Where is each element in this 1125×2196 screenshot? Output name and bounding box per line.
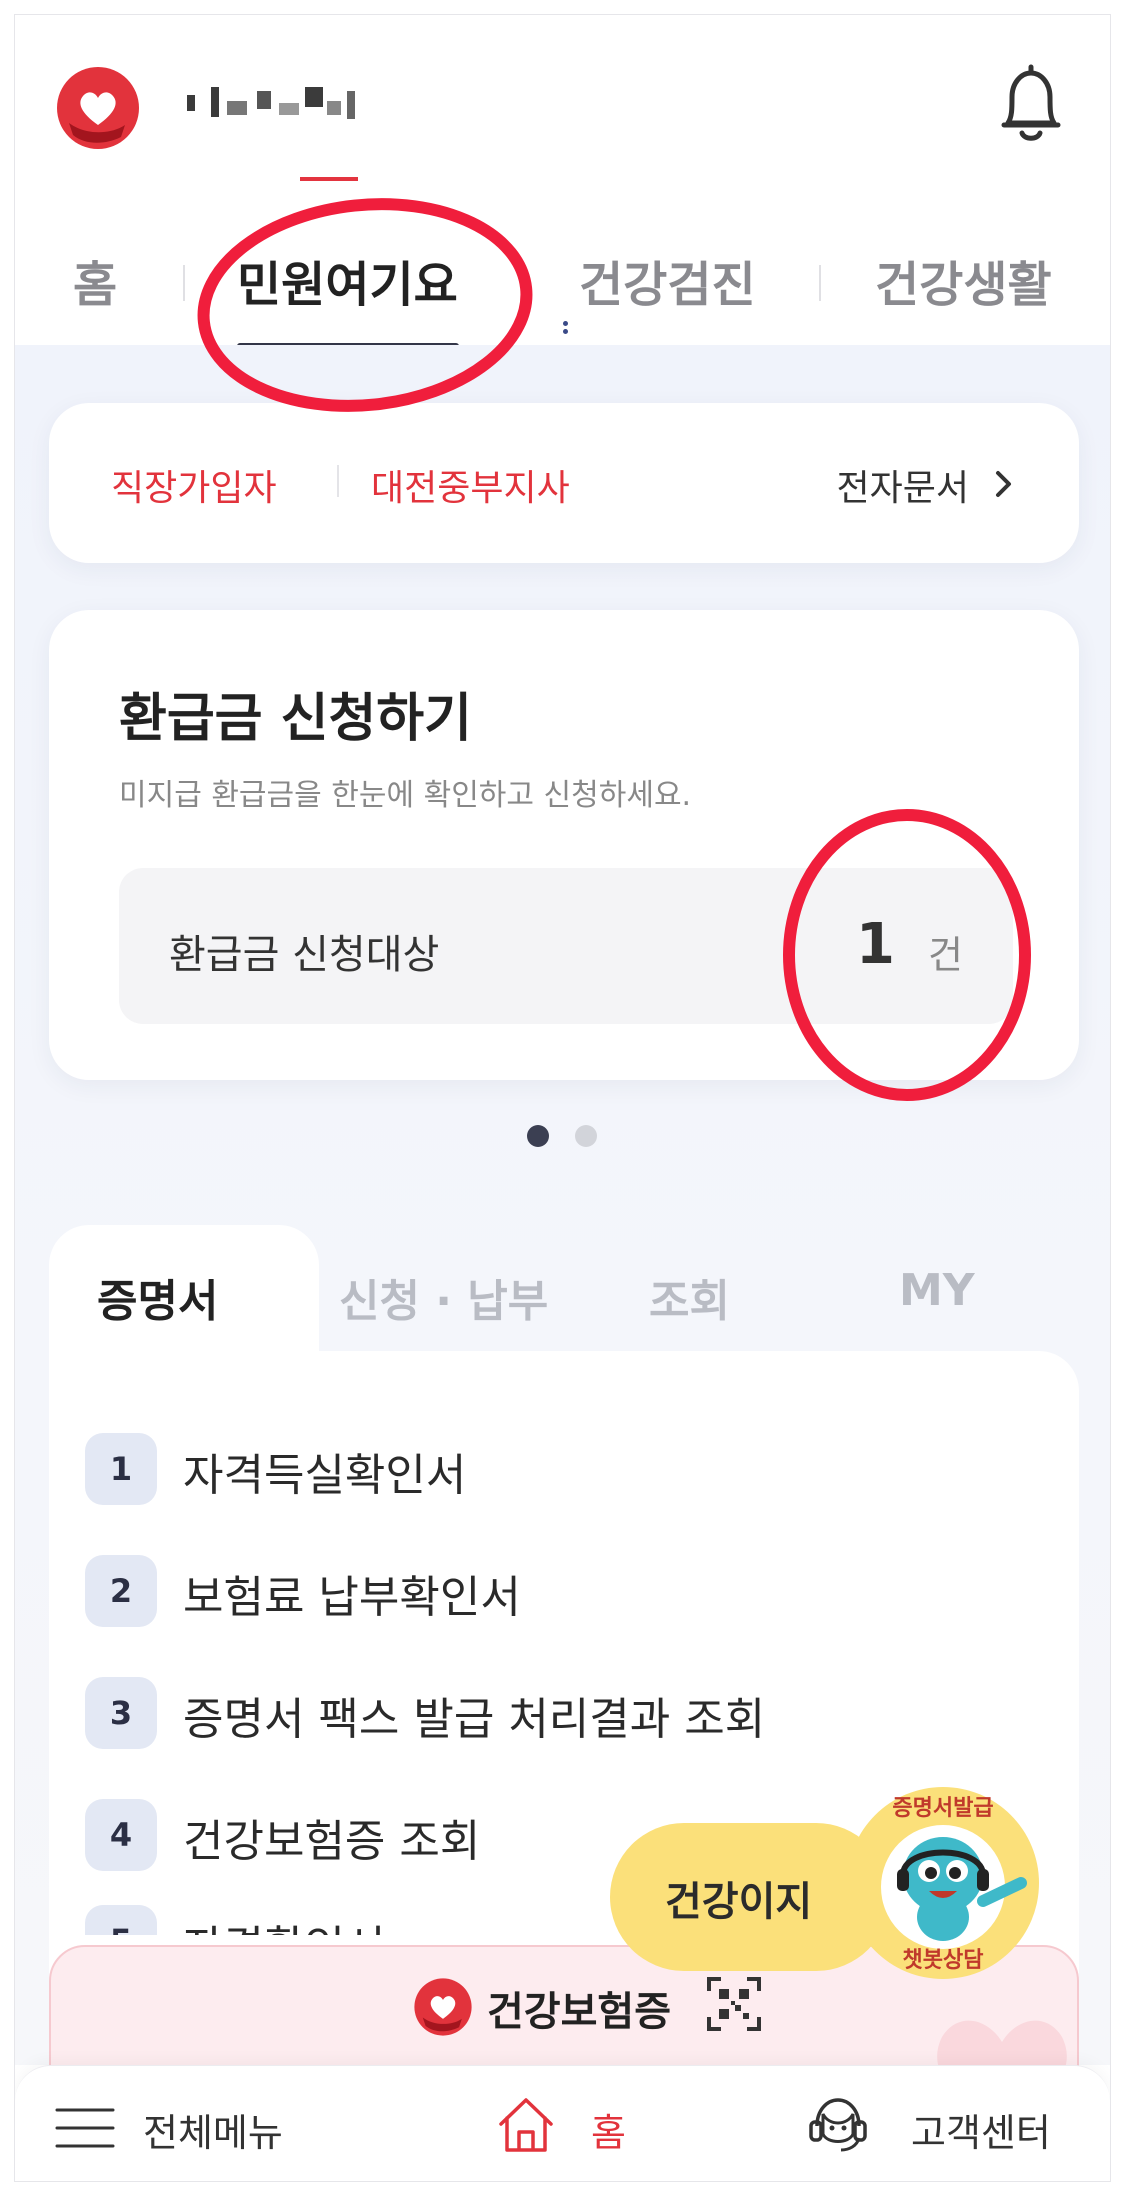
app-screen: 홈 민원여기요 건강검진 건강생활 직장가입자 대전중부지사 전자문서 환급금 …	[14, 14, 1111, 2182]
list-item[interactable]: 5 자격확인서	[85, 1905, 585, 1935]
insurance-card-label: 건강보험증	[487, 1989, 671, 2035]
list-item[interactable]: 3 증명서 팩스 발급 처리결과 조회	[85, 1677, 885, 1749]
chevron-right-icon[interactable]	[993, 469, 1013, 499]
qr-code-icon	[707, 1977, 761, 2031]
tab-highlight-mark	[300, 177, 358, 181]
subscriber-type: 직장가입자	[111, 468, 277, 509]
nav-home[interactable]: 홈	[495, 2066, 695, 2181]
tab-health-checkup[interactable]: 건강검진	[579, 245, 756, 315]
item-number-badge: 2	[85, 1555, 157, 1627]
refund-card[interactable]: 환급금 신청하기 미지급 환급금을 한눈에 확인하고 신청하세요. 환급금 신청…	[49, 610, 1079, 1080]
home-icon	[499, 2098, 553, 2152]
nhis-logo-icon	[414, 1978, 472, 2036]
tab-home[interactable]: 홈	[73, 245, 117, 315]
refund-target-label: 환급금 신청대상	[169, 932, 440, 978]
refund-title: 환급금 신청하기	[119, 689, 472, 749]
nav-label: 홈	[591, 2111, 626, 2155]
item-label: 증명서 팩스 발급 처리결과 조회	[183, 1694, 766, 1745]
edoc-link[interactable]: 전자문서	[837, 459, 969, 511]
section-tab-inquiry[interactable]: 조회	[649, 1265, 730, 1329]
affiliation-card: 직장가입자 대전중부지사 전자문서	[49, 403, 1079, 563]
app-header	[15, 15, 1110, 205]
tab-divider	[183, 265, 185, 301]
list-item[interactable]: 1 자격득실확인서	[85, 1433, 785, 1505]
nav-label: 전체메뉴	[143, 2111, 283, 2155]
nav-label: 고객센터	[911, 2111, 1051, 2155]
item-number-badge: 4	[85, 1799, 157, 1871]
username-masked	[187, 77, 377, 137]
chatbot-badge-top: 증명서발급	[892, 1796, 993, 1821]
section-tab-certificates[interactable]: 증명서	[97, 1265, 218, 1329]
chatbot-mascot-icon[interactable]: 증명서발급 챗봇상담	[843, 1783, 1043, 1983]
branch-name: 대전중부지사	[371, 468, 570, 509]
menu-icon	[55, 2108, 115, 2148]
bell-icon[interactable]	[996, 61, 1066, 145]
chatbot-badge-bottom: 챗봇상담	[903, 1948, 984, 1973]
item-number-badge: 5	[85, 1905, 157, 1935]
tab-divider	[819, 265, 821, 301]
divider	[337, 465, 339, 497]
tab-minwon[interactable]: 민원여기요	[237, 245, 458, 315]
refund-unit: 건	[928, 933, 963, 977]
item-number-badge: 1	[85, 1433, 157, 1505]
headset-icon	[809, 2098, 867, 2152]
section-tab-apply-pay[interactable]: 신청 · 납부	[339, 1265, 548, 1329]
list-item[interactable]: 4 건강보험증 조회	[85, 1799, 585, 1871]
nav-customer-center[interactable]: 고객센터	[805, 2066, 1095, 2181]
list-item[interactable]: 2 보험료 납부확인서	[85, 1555, 785, 1627]
item-label: 건강보험증 조회	[183, 1816, 481, 1867]
carousel-dot-active[interactable]	[527, 1125, 549, 1147]
refund-target-box[interactable]: 환급금 신청대상 1 건	[119, 868, 1013, 1024]
nav-all-menu[interactable]: 전체메뉴	[55, 2066, 355, 2181]
refund-count: 1	[856, 912, 895, 977]
carousel-dot[interactable]	[575, 1125, 597, 1147]
item-number-badge: 3	[85, 1677, 157, 1749]
nhis-logo-icon[interactable]	[55, 65, 141, 151]
refund-subtitle: 미지급 환급금을 한눈에 확인하고 신청하세요.	[119, 778, 692, 813]
item-label: 보험료 납부확인서	[183, 1572, 521, 1623]
bottom-nav: 전체메뉴 홈 고객센터	[15, 2065, 1110, 2181]
section-tab-my[interactable]: MY	[899, 1265, 975, 1316]
tab-healthy-life[interactable]: 건강생활	[875, 245, 1052, 315]
item-label: 자격득실확인서	[183, 1450, 467, 1501]
chatbot-label: 건강이지	[665, 1879, 813, 1925]
dot-indicator	[563, 321, 569, 335]
item-label: 자격확인서	[183, 1911, 385, 1935]
